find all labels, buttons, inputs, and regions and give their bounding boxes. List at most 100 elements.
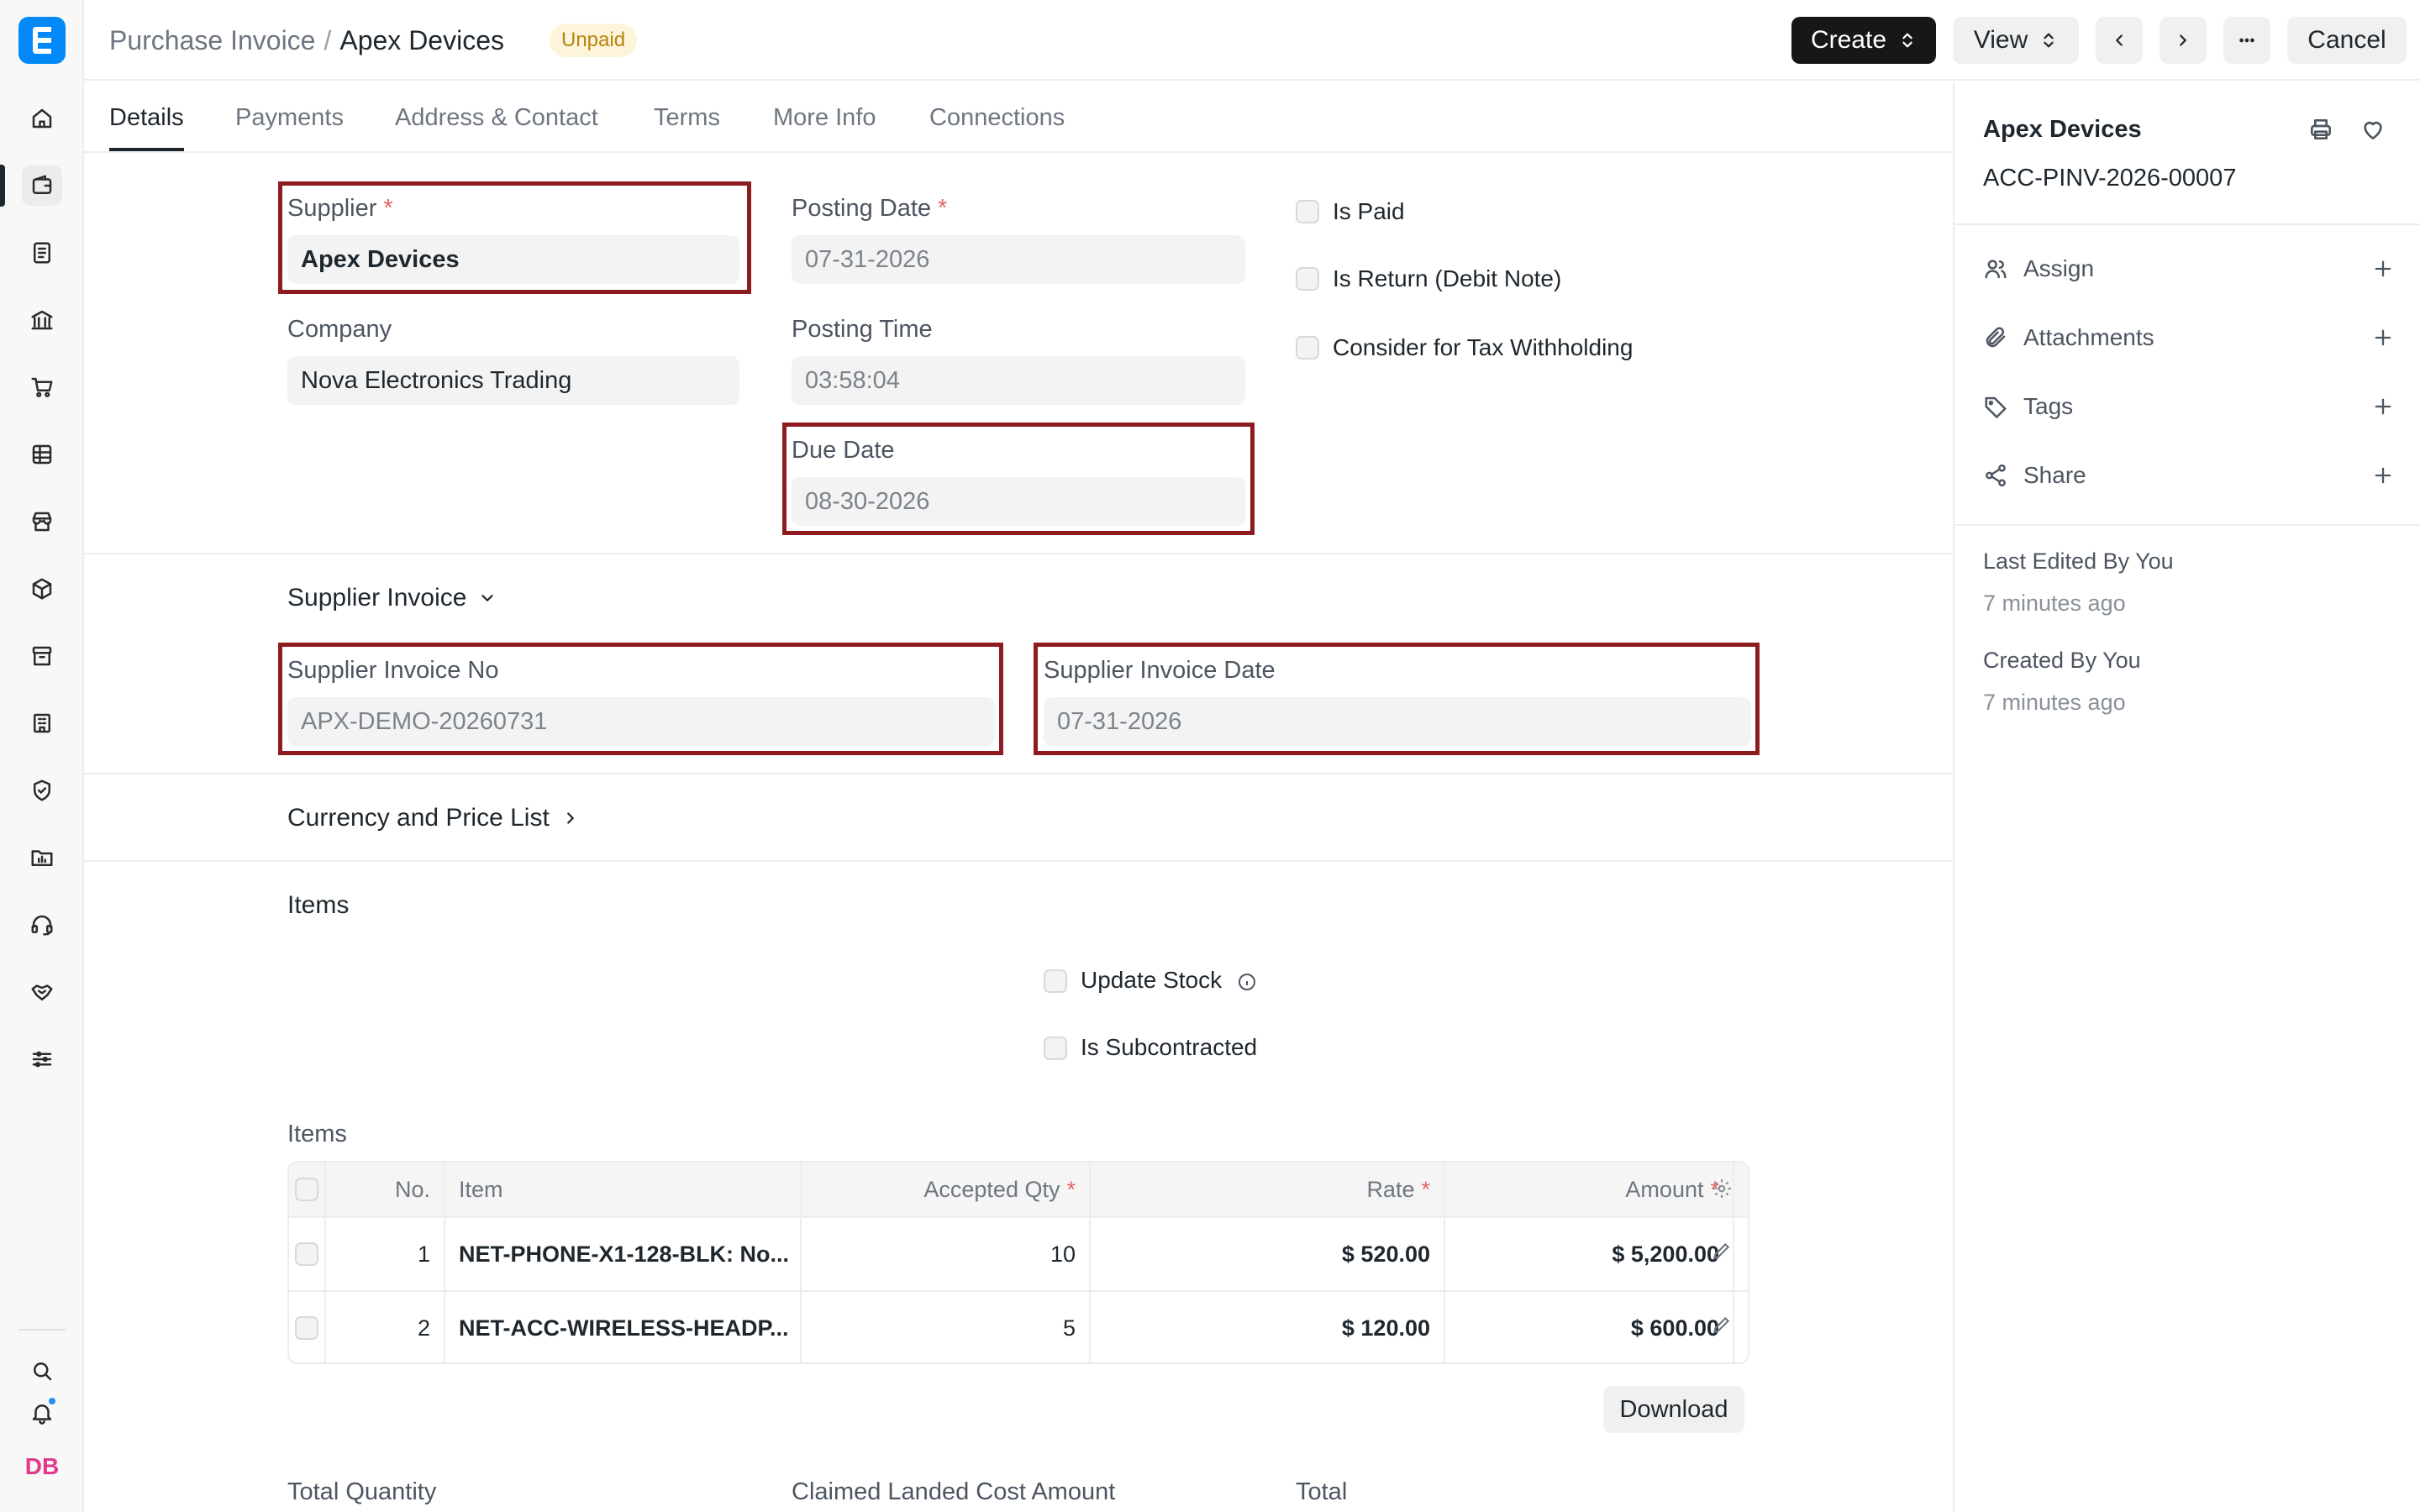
posting-date-field[interactable]: 07-31-2026 (792, 235, 1245, 284)
handshake-icon[interactable] (22, 972, 62, 1012)
create-button[interactable]: Create (1791, 17, 1936, 64)
plus-icon[interactable] (2371, 395, 2395, 418)
posting-time-field[interactable]: 03:58:04 (792, 356, 1245, 405)
select-all-checkbox[interactable] (295, 1178, 318, 1201)
column-header-rate: Rate * (1091, 1163, 1445, 1216)
tax-withholding-label: Consider for Tax Withholding (1333, 334, 1634, 360)
notification-bell-icon[interactable] (22, 1393, 62, 1433)
row-select-cell (289, 1218, 326, 1290)
tab-connections[interactable]: Connections (929, 101, 1065, 134)
folder-chart-icon[interactable] (22, 837, 62, 878)
row-amount-cell: $ 600.00 (1445, 1292, 1734, 1362)
shield-icon[interactable] (22, 770, 62, 811)
row-item-cell[interactable]: NET-ACC-WIRELESS-HEADP... (445, 1292, 802, 1362)
headset-icon[interactable] (22, 905, 62, 945)
tab-payments[interactable]: Payments (235, 101, 344, 134)
sidebar-item-tags[interactable]: Tags (1983, 390, 2395, 423)
row-qty-cell[interactable]: 10 (802, 1218, 1091, 1290)
more-actions-button[interactable] (2223, 17, 2270, 64)
breadcrumb-parent[interactable]: Purchase Invoice (109, 25, 315, 55)
previous-record-button[interactable] (2096, 17, 2143, 64)
tax-withholding-checkbox[interactable] (1296, 336, 1319, 360)
tab-details[interactable]: Details (109, 101, 184, 151)
print-icon[interactable] (2307, 116, 2334, 143)
status-badge: Unpaid (550, 24, 638, 57)
is-paid-checkbox[interactable] (1296, 200, 1319, 223)
active-indicator (0, 165, 5, 207)
plus-icon[interactable] (2371, 326, 2395, 349)
plus-icon[interactable] (2371, 464, 2395, 487)
app-logo[interactable] (18, 17, 66, 64)
sidebar-item-label: Assign (2023, 255, 2095, 281)
sidebar-item-assign[interactable]: Assign (1983, 252, 2395, 286)
sidebar-item-attachments[interactable]: Attachments (1983, 321, 2395, 354)
row-rate-cell[interactable]: $ 520.00 (1091, 1218, 1445, 1290)
sidebar-item-share[interactable]: Share (1983, 459, 2395, 492)
currency-section-toggle[interactable]: Currency and Price List (287, 801, 580, 835)
tag-icon (1985, 396, 2007, 418)
sidebar-title: Apex Devices (1983, 116, 2142, 143)
update-stock-checkbox[interactable] (1044, 969, 1067, 993)
row-amount-cell: $ 5,200.00 (1445, 1218, 1734, 1290)
chevron-down-icon (481, 595, 494, 601)
document-icon[interactable] (22, 233, 62, 273)
table-row[interactable]: 1 NET-PHONE-X1-128-BLK: No... 10 $ 520.0… (289, 1216, 1748, 1290)
notification-dot (47, 1396, 57, 1406)
due-date-highlight-box (782, 423, 1255, 535)
select-all-cell (289, 1163, 326, 1216)
last-edited-time: 7 minutes ago (1983, 591, 2126, 616)
box-icon[interactable] (22, 569, 62, 609)
store-icon[interactable] (22, 501, 62, 542)
paperclip-icon (1986, 327, 2006, 348)
is-paid-label: Is Paid (1333, 198, 1405, 224)
tab-more-info[interactable]: More Info (773, 101, 876, 134)
table-row[interactable]: 2 NET-ACC-WIRELESS-HEADP... 5 $ 120.00 $… (289, 1290, 1748, 1362)
cart-icon[interactable] (22, 367, 62, 407)
settings-sliders-icon[interactable] (22, 1039, 62, 1079)
chevron-updown-icon (1902, 33, 1912, 48)
archive-icon[interactable] (22, 636, 62, 676)
tab-address-contact[interactable]: Address & Contact (395, 101, 598, 134)
wallet-icon[interactable] (22, 165, 62, 206)
download-button[interactable]: Download (1603, 1386, 1744, 1433)
info-icon[interactable] (1237, 972, 1257, 992)
supplier-invoice-date-highlight-box (1034, 643, 1760, 755)
supplier-invoice-section-toggle[interactable]: Supplier Invoice (287, 581, 497, 615)
share-icon (1986, 464, 2006, 487)
row-checkbox[interactable] (295, 1242, 318, 1266)
home-icon[interactable] (22, 98, 62, 139)
created-time: 7 minutes ago (1983, 690, 2126, 715)
is-subcontracted-checkbox[interactable] (1044, 1037, 1067, 1060)
items-table-label: Items (287, 1121, 347, 1147)
cancel-button[interactable]: Cancel (2287, 17, 2407, 64)
row-checkbox[interactable] (295, 1316, 318, 1340)
users-icon (1985, 260, 2007, 279)
search-icon[interactable] (22, 1351, 62, 1391)
more-horizontal-icon (2239, 38, 2254, 43)
next-record-button[interactable] (2160, 17, 2207, 64)
view-button[interactable]: View (1953, 17, 2079, 64)
building-icon[interactable] (22, 703, 62, 743)
page-title: Apex Devices (339, 25, 504, 55)
column-header-amount: Amount * (1445, 1163, 1734, 1216)
column-header-item: Item (445, 1163, 802, 1216)
edit-row-pencil-icon[interactable] (1711, 1240, 1733, 1262)
supplier-highlight-box (278, 181, 751, 294)
edit-row-pencil-icon[interactable] (1711, 1314, 1733, 1336)
is-return-checkbox[interactable] (1296, 267, 1319, 291)
supplier-invoice-no-highlight-box (278, 643, 1003, 755)
row-qty-cell[interactable]: 5 (802, 1292, 1091, 1362)
row-item-cell[interactable]: NET-PHONE-X1-128-BLK: No... (445, 1218, 802, 1290)
section-divider (84, 773, 1953, 774)
user-avatar[interactable]: DB (22, 1450, 62, 1483)
column-settings-gear-icon[interactable] (1711, 1178, 1733, 1200)
heart-icon[interactable] (2360, 116, 2386, 143)
chevron-right-icon (2180, 34, 2186, 46)
form-tabs: Details Payments Address & Contact Terms… (84, 82, 1953, 153)
bank-icon[interactable] (22, 300, 62, 340)
row-rate-cell[interactable]: $ 120.00 (1091, 1292, 1445, 1362)
table-icon[interactable] (22, 434, 62, 475)
plus-icon[interactable] (2371, 257, 2395, 281)
tab-terms[interactable]: Terms (654, 101, 720, 134)
company-field[interactable]: Nova Electronics Trading (287, 356, 739, 405)
